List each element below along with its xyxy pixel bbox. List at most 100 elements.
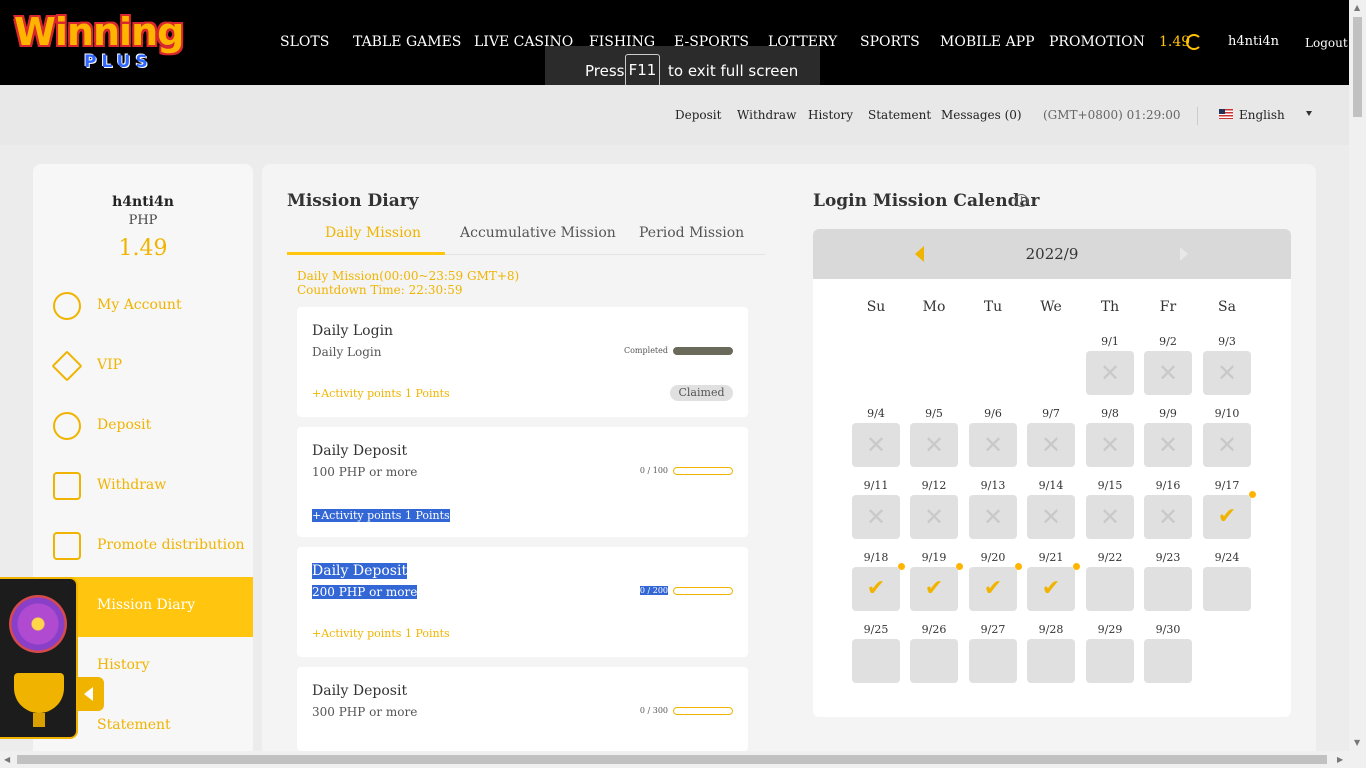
- scroll-thumb[interactable]: [17, 755, 1327, 764]
- horizontal-scrollbar[interactable]: ◀ ▶: [0, 751, 1366, 768]
- scroll-down-icon[interactable]: ▼: [1354, 738, 1360, 747]
- calendar-day-label: 9/26: [921, 623, 947, 636]
- logout-link[interactable]: Logout: [1305, 36, 1348, 50]
- login-calendar: 2022/9 Su Mo Tu We Th Fr Sa 9/1 ✕ 9/2 ✕ 9/3 ✕…: [813, 229, 1291, 717]
- calendar-day: 9/1 ✕: [1086, 335, 1134, 395]
- fullscreen-key: F11: [625, 54, 660, 87]
- nav-username[interactable]: h4nti4n: [1228, 34, 1279, 49]
- calendar-day: 9/4 ✕: [852, 407, 900, 467]
- mission-progress-text: 0 / 100: [639, 466, 668, 475]
- refresh-balance-icon[interactable]: [1186, 34, 1202, 50]
- sidebar-balance: 1.49: [118, 236, 168, 261]
- calendar-day-box: [1144, 639, 1192, 683]
- calendar-day-box: ✕: [969, 495, 1017, 539]
- tab-accumulative-mission[interactable]: Accumulative Mission: [460, 225, 616, 241]
- calendar-day: 9/6 ✕: [969, 407, 1017, 467]
- sidebar-item-label: My Account: [97, 297, 182, 313]
- calendar-day-label: 9/23: [1155, 551, 1181, 564]
- chevron-right-icon[interactable]: [1180, 247, 1188, 261]
- sidebar-item-label: Withdraw: [97, 477, 167, 493]
- cross-icon: ✕: [1216, 431, 1238, 459]
- mission-progress-bar: [673, 587, 733, 595]
- weekday-label: Fr: [1159, 299, 1177, 315]
- calendar-day-label: 9/15: [1097, 479, 1123, 492]
- calendar-day-label: 9/24: [1214, 551, 1240, 564]
- fullscreen-rest: to exit full screen: [668, 62, 799, 80]
- scroll-up-icon[interactable]: ▲: [1354, 3, 1360, 12]
- calendar-day: 9/18 ✔: [852, 551, 905, 611]
- calendar-header: 2022/9: [813, 229, 1291, 279]
- calendar-day: 9/9 ✕: [1144, 407, 1192, 467]
- calendar-day: 9/16 ✕: [1144, 479, 1192, 539]
- calendar-day-box: ✕: [1027, 423, 1075, 467]
- vertical-scrollbar[interactable]: ▲ ▼: [1349, 0, 1366, 751]
- calendar-day: 9/11 ✕: [852, 479, 900, 539]
- calendar-day: 9/7 ✕: [1027, 407, 1075, 467]
- subbar-messages[interactable]: Messages (0): [941, 108, 1022, 122]
- calendar-day-label: 9/19: [921, 551, 947, 564]
- calendar-day-box: [1203, 567, 1251, 611]
- nav-sports[interactable]: SPORTS: [860, 34, 920, 50]
- scroll-right-icon[interactable]: ▶: [1337, 755, 1343, 764]
- hand-icon: [53, 532, 81, 560]
- trophy-icon[interactable]: [14, 673, 64, 727]
- calendar-day: 9/3 ✕: [1203, 335, 1251, 395]
- cross-icon: ✕: [1157, 359, 1179, 387]
- calendar-day-label: 9/9: [1159, 407, 1177, 420]
- weekday-label: Tu: [983, 299, 1003, 315]
- sidebar-item-withdraw[interactable]: Withdraw: [33, 457, 253, 517]
- chevron-down-icon[interactable]: [1306, 111, 1312, 116]
- sidebar-item-label: Mission Diary: [97, 597, 196, 613]
- calendar-day-label: 9/16: [1155, 479, 1181, 492]
- calendar-day-box: [910, 639, 958, 683]
- calendar-day-label: 9/14: [1038, 479, 1064, 492]
- calendar-month: 2022/9: [1025, 245, 1079, 263]
- weekday-label: Mo: [922, 299, 946, 315]
- sidebar-item-deposit[interactable]: Deposit: [33, 397, 253, 457]
- calendar-day-box: ✕: [1086, 351, 1134, 395]
- scroll-left-icon[interactable]: ◀: [4, 755, 10, 764]
- calendar-day: 9/14 ✕: [1027, 479, 1075, 539]
- mission-card: Daily Login Daily Login Completed +Activ…: [297, 307, 748, 417]
- calendar-day: 9/26: [910, 623, 958, 683]
- calendar-day: 9/5 ✕: [910, 407, 958, 467]
- language-select[interactable]: English: [1239, 108, 1285, 122]
- nav-slots[interactable]: SLOTS: [280, 34, 329, 50]
- page-title: Mission Diary: [287, 191, 419, 211]
- calendar-day-box: ✕: [1203, 351, 1251, 395]
- calendar-day-label: 9/11: [863, 479, 889, 492]
- calendar-day-label: 9/25: [863, 623, 889, 636]
- collapse-widget-button[interactable]: [78, 677, 104, 711]
- subbar-withdraw[interactable]: Withdraw: [737, 108, 796, 122]
- sidebar-item-promote-distribution[interactable]: Promote distribution: [33, 517, 253, 577]
- calendar-day-label: 9/12: [921, 479, 947, 492]
- claimed-button[interactable]: Claimed: [670, 385, 733, 401]
- scroll-thumb[interactable]: [1353, 17, 1362, 117]
- nav-mobile-app[interactable]: MOBILE APP: [940, 34, 1035, 50]
- cross-icon: ✕: [1040, 503, 1062, 531]
- sidebar-item-my-account[interactable]: My Account: [33, 277, 253, 337]
- subbar-history[interactable]: History: [808, 108, 853, 122]
- info-icon[interactable]: i: [1015, 194, 1028, 207]
- calendar-day-box: ✕: [910, 495, 958, 539]
- sidebar-item-label: Deposit: [97, 417, 152, 433]
- calendar-day-label: 9/10: [1214, 407, 1240, 420]
- tab-daily-mission[interactable]: Daily Mission: [325, 225, 421, 241]
- mission-progress-text: Completed: [623, 346, 668, 355]
- nav-table-games[interactable]: TABLE GAMES: [353, 34, 461, 50]
- subbar-deposit[interactable]: Deposit: [675, 108, 721, 122]
- tab-period-mission[interactable]: Period Mission: [639, 225, 744, 241]
- mission-title: Daily Deposit: [312, 443, 408, 459]
- subbar-statement[interactable]: Statement: [868, 108, 931, 122]
- mission-card: Daily Deposit 200 PHP or more 0 / 200 +A…: [297, 547, 748, 657]
- check-icon: ✔: [866, 576, 886, 601]
- mission-subtitle: 200 PHP or more: [312, 585, 418, 599]
- calendar-day: 9/17 ✔: [1203, 479, 1256, 539]
- nav-promotion[interactable]: PROMOTION: [1049, 34, 1145, 50]
- lucky-wheel-icon[interactable]: [9, 595, 67, 653]
- mission-card: Daily Deposit 300 PHP or more 0 / 300: [297, 667, 748, 751]
- cross-icon: ✕: [923, 431, 945, 459]
- calendar-day-box: ✕: [852, 423, 900, 467]
- cross-icon: ✕: [982, 431, 1004, 459]
- sidebar-item-vip[interactable]: VIP: [33, 337, 253, 397]
